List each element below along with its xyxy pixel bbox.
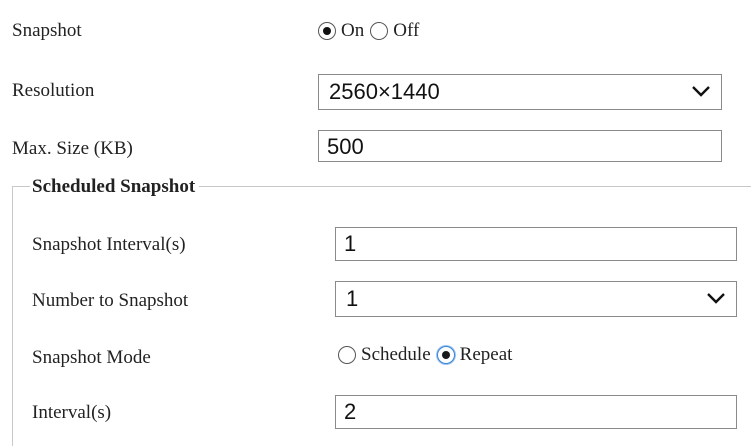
max-size-value: 500 <box>327 134 364 159</box>
resolution-value: 2560×1440 <box>329 79 440 104</box>
snapshot-mode-label: Snapshot Mode <box>32 347 151 368</box>
snapshot-on-label[interactable]: On <box>341 20 364 42</box>
snapshot-interval-input[interactable]: 1 <box>335 227 737 261</box>
number-to-snapshot-value: 1 <box>346 286 359 311</box>
number-to-snapshot-label: Number to Snapshot <box>32 290 189 311</box>
max-size-label: Max. Size (KB) <box>12 138 133 159</box>
number-to-snapshot-select[interactable]: 1 <box>335 281 737 317</box>
snapshot-interval-label: Snapshot Interval(s) <box>32 234 186 255</box>
scheduled-snapshot-legend: Scheduled Snapshot <box>30 176 200 198</box>
repeat-interval-label: Interval(s) <box>32 402 112 423</box>
snapshot-label: Snapshot <box>12 20 82 41</box>
repeat-radio[interactable] <box>436 346 455 364</box>
resolution-label: Resolution <box>12 80 95 101</box>
snapshot-off-label[interactable]: Off <box>393 20 419 42</box>
chevron-down-icon <box>692 86 710 97</box>
chevron-down-icon <box>707 293 725 304</box>
repeat-interval-input[interactable]: 2 <box>335 395 737 429</box>
repeat-label[interactable]: Repeat <box>460 344 513 366</box>
max-size-input[interactable]: 500 <box>318 130 722 162</box>
repeat-interval-value: 2 <box>344 399 357 424</box>
snapshot-mode-radio-group: Schedule Repeat <box>338 344 518 366</box>
schedule-label[interactable]: Schedule <box>361 344 431 366</box>
snapshot-on-radio[interactable] <box>318 22 336 40</box>
snapshot-off-radio[interactable] <box>370 22 389 40</box>
resolution-select[interactable]: 2560×1440 <box>318 74 722 110</box>
snapshot-radio-group: On Off <box>318 20 425 42</box>
schedule-radio[interactable] <box>338 346 356 364</box>
snapshot-interval-value: 1 <box>344 231 357 256</box>
